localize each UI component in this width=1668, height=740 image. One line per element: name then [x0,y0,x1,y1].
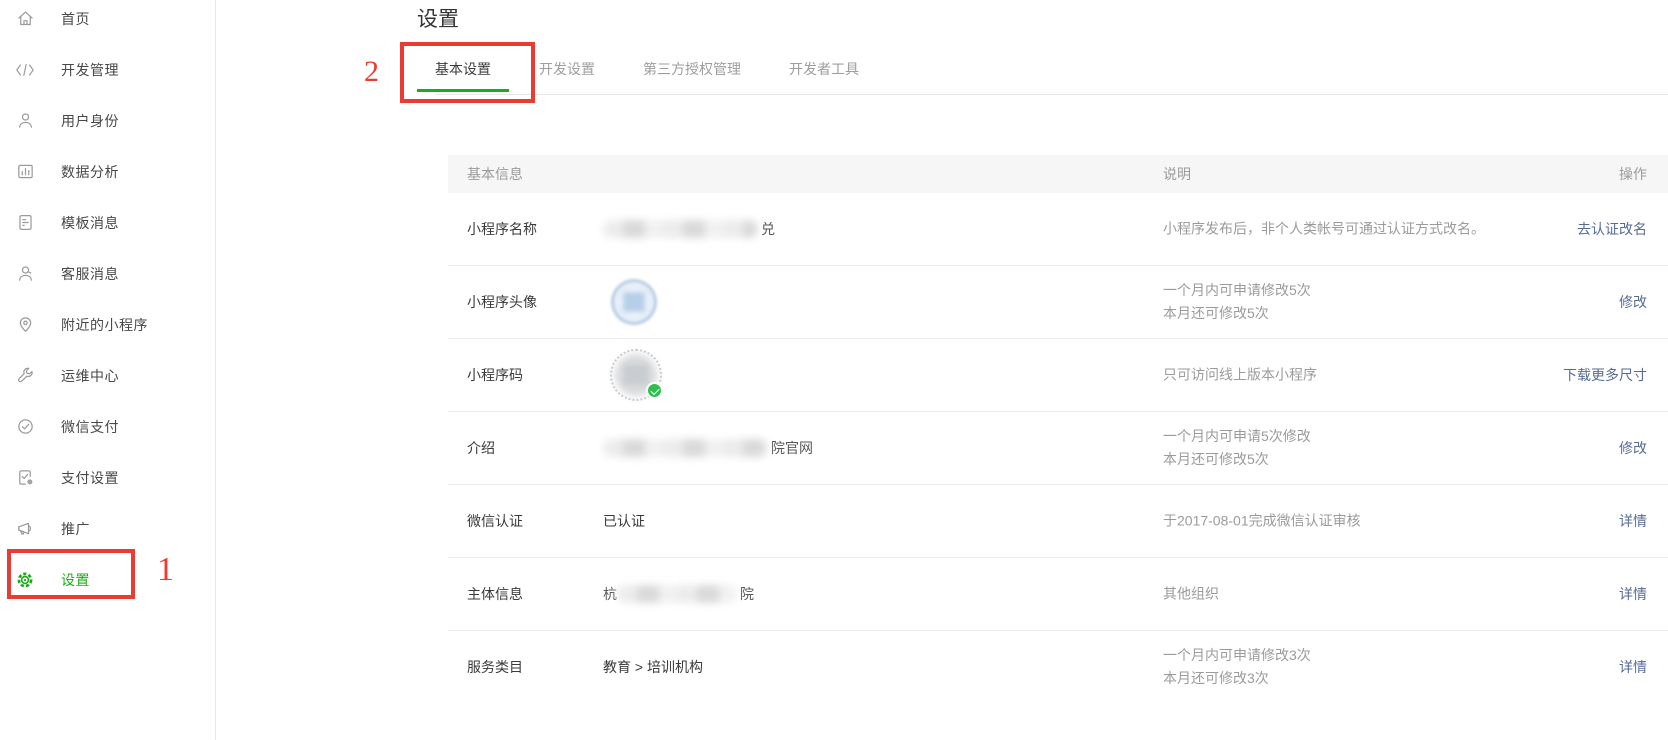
sidebar-item-label: 客服消息 [61,264,119,284]
pay-settings-icon [15,468,35,488]
row-description: 一个月内可申请5次修改本月还可修改5次 [1163,425,1311,471]
bar-chart-icon [15,162,35,182]
home-icon [15,9,35,29]
page-title: 设置 [417,3,459,33]
tab-bar: 基本设置 开发设置 第三方授权管理 开发者工具 [435,62,859,92]
redacted-suffix: 院 [740,584,754,604]
redacted-blur [603,439,768,457]
mini-program-code-image [609,348,663,402]
row-label: 小程序名称 [467,219,537,239]
row-label: 小程序头像 [467,292,537,312]
gear-icon [15,570,35,590]
table-row: 主体信息杭院其他组织详情 [448,558,1668,631]
row-value [603,279,657,325]
action-link[interactable]: 详情 [1619,511,1647,531]
redacted-prefix: 杭 [603,584,617,604]
row-label: 服务类目 [467,657,523,677]
action-link[interactable]: 下载更多尺寸 [1563,365,1647,385]
action-link[interactable]: 修改 [1619,438,1647,458]
table-row: 小程序名称 兑 小程序发布后，非个人类帐号可通过认证方式改名。 去认证改名 [448,193,1668,266]
redacted-suffix: 院官网 [771,438,813,458]
header-action: 操作 [1619,164,1647,184]
pay-check-icon [15,417,35,437]
table-row: 小程序码 只可访问线上版本小程序 下载更多尺寸 [448,339,1668,412]
sidebar-item-service-user[interactable]: 客服消息 [0,248,215,299]
sidebar-item-label: 附近的小程序 [61,315,148,335]
sidebar-item-gear[interactable]: 设置 [0,554,215,605]
row-description: 一个月内可申请修改3次本月还可修改3次 [1163,644,1311,690]
header-description: 说明 [1163,164,1191,184]
header-basic-info: 基本信息 [467,164,523,184]
action-link[interactable]: 修改 [1619,292,1647,312]
tab-4[interactable]: 开发者工具 [789,62,859,92]
sidebar-item-pay-check[interactable]: 微信支付 [0,401,215,452]
tab-2[interactable]: 开发设置 [539,62,595,92]
row-description: 其他组织 [1163,583,1219,606]
sidebar-item-bar-chart[interactable]: 数据分析 [0,146,215,197]
location-pin-icon [15,315,35,335]
code-icon [15,60,35,80]
template-icon [15,213,35,233]
wechat-badge-icon [646,382,663,399]
sidebar-item-label: 用户身份 [61,111,119,131]
row-description: 小程序发布后，非个人类帐号可通过认证方式改名。 [1163,218,1485,241]
action-link[interactable]: 去认证改名 [1577,219,1647,239]
qr-blur-center [624,365,648,384]
sidebar-item-label: 模板消息 [61,213,119,233]
sidebar-item-user[interactable]: 用户身份 [0,95,215,146]
basic-settings-table: 基本信息 说明 操作 小程序名称 兑 小程序发布后，非个人类帐号可通过认证方式改名。… [448,155,1668,703]
table-row: 小程序头像 一个月内可申请修改5次本月还可修改5次 修改 [448,266,1668,339]
row-label: 主体信息 [467,584,523,604]
table-header: 基本信息 说明 操作 [448,155,1668,193]
sidebar-item-label: 开发管理 [61,60,119,80]
row-label: 微信认证 [467,511,523,531]
redacted-suffix: 兑 [761,219,775,239]
service-user-icon [15,264,35,284]
table-row: 介绍 院官网 一个月内可申请5次修改本月还可修改5次 修改 [448,412,1668,485]
sidebar-item-pay-settings[interactable]: 支付设置 [0,452,215,503]
row-description: 于2017-08-01完成微信认证审核 [1163,510,1361,533]
sidebar-item-label: 首页 [61,9,90,29]
sidebar-item-label: 微信支付 [61,417,119,437]
row-label: 介绍 [467,438,495,458]
row-value: 杭院 [603,584,754,604]
row-value: 已认证 [603,511,645,531]
mini-program-avatar-image [611,279,657,325]
tab-3[interactable]: 第三方授权管理 [643,62,741,92]
table-body: 小程序名称兑小程序发布后，非个人类帐号可通过认证方式改名。去认证改名小程序头像一… [448,193,1668,703]
tab-bar-divider [435,94,1668,95]
sidebar-item-label: 运维中心 [61,366,119,386]
sidebar-item-label: 支付设置 [61,468,119,488]
sidebar-item-wrench[interactable]: 运维中心 [0,350,215,401]
wrench-icon [15,366,35,386]
sidebar-item-location-pin[interactable]: 附近的小程序 [0,299,215,350]
redacted-blur [617,585,737,603]
sidebar-item-code[interactable]: 开发管理 [0,44,215,95]
sidebar-item-megaphone[interactable]: 推广 [0,503,215,554]
row-value [603,348,663,402]
row-value: 教育 > 培训机构 [603,657,703,677]
user-icon [15,111,35,131]
sidebar-nav: 首页开发管理用户身份数据分析模板消息客服消息附近的小程序运维中心微信支付支付设置… [0,0,215,605]
sidebar-item-label: 设置 [61,570,90,590]
annotation-number-2: 2 [364,55,379,89]
table-row: 服务类目 教育 > 培训机构 一个月内可申请修改3次本月还可修改3次 详情 [448,631,1668,703]
tab-1[interactable]: 基本设置 [435,62,491,92]
action-link[interactable]: 详情 [1619,584,1647,604]
row-description: 一个月内可申请修改5次本月还可修改5次 [1163,279,1311,325]
row-value: 院官网 [603,438,813,458]
row-label: 小程序码 [467,365,523,385]
action-link[interactable]: 详情 [1619,657,1647,677]
row-value: 兑 [603,219,775,239]
sidebar-item-label: 数据分析 [61,162,119,182]
row-description: 只可访问线上版本小程序 [1163,364,1317,387]
redacted-blur [603,220,758,238]
table-row: 微信认证 已认证 于2017-08-01完成微信认证审核 详情 [448,485,1668,558]
megaphone-icon [15,519,35,539]
sidebar-item-template[interactable]: 模板消息 [0,197,215,248]
sidebar: 首页开发管理用户身份数据分析模板消息客服消息附近的小程序运维中心微信支付支付设置… [0,0,216,740]
sidebar-item-home[interactable]: 首页 [0,0,215,44]
sidebar-item-label: 推广 [61,519,90,539]
